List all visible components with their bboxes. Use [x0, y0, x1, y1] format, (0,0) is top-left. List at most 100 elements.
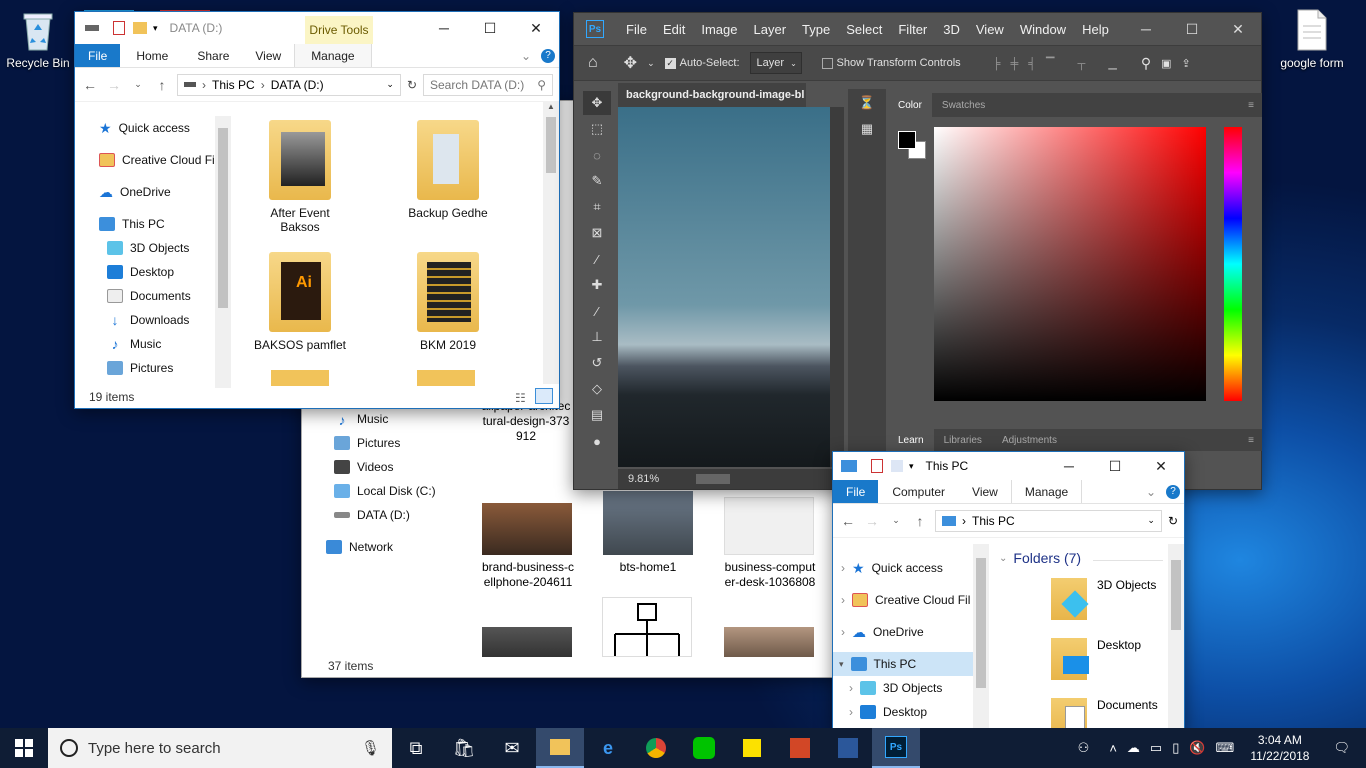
- nav-item-music[interactable]: ♪ Music: [75, 332, 215, 356]
- refresh-icon[interactable]: ↻: [407, 78, 417, 92]
- properties-icon[interactable]: [113, 21, 125, 35]
- transform-controls-checkbox[interactable]: [821, 57, 833, 69]
- crop-tool-icon[interactable]: ⌗: [583, 195, 611, 219]
- action-center-icon[interactable]: 🗨: [1333, 740, 1350, 756]
- microphone-icon[interactable]: 🎙: [361, 739, 380, 757]
- properties-icon[interactable]: ▦: [853, 117, 881, 141]
- content-scrollbar[interactable]: ▲: [543, 102, 559, 384]
- back-arrow-icon[interactable]: ←: [839, 513, 857, 529]
- details-view-icon[interactable]: ☷: [515, 391, 526, 405]
- doc-tab[interactable]: background-background-image-bl: [618, 83, 806, 107]
- share-icon[interactable]: ⇪: [1182, 57, 1191, 70]
- folder-desktop[interactable]: Desktop: [1051, 638, 1141, 680]
- foreground-color-swatch[interactable]: [898, 131, 916, 149]
- nav-item-data-drive[interactable]: DATA (D:): [322, 503, 462, 527]
- zoom-level[interactable]: 9.81%: [618, 473, 674, 485]
- menu-3d[interactable]: 3D: [935, 22, 968, 37]
- marquee-tool-icon[interactable]: ⬚: [583, 117, 611, 141]
- menu-select[interactable]: Select: [838, 22, 890, 37]
- up-arrow-icon[interactable]: ↑: [911, 513, 929, 529]
- address-bar[interactable]: › This PC ⌄: [935, 509, 1162, 532]
- ps-minimize-button[interactable]: ─: [1123, 13, 1169, 45]
- thumb-bts-home[interactable]: [603, 491, 693, 555]
- breadcrumb-this-pc[interactable]: This PC: [212, 78, 255, 92]
- ps-close-button[interactable]: ✕: [1215, 13, 1261, 45]
- forward-arrow-icon[interactable]: →: [105, 77, 123, 93]
- quick-access-dropdown-icon[interactable]: ▾: [153, 23, 158, 34]
- tab-file[interactable]: File: [75, 44, 121, 67]
- nav-item-desktop[interactable]: › Desktop: [833, 700, 973, 724]
- hue-slider[interactable]: [1224, 127, 1242, 401]
- nav-item-music[interactable]: ♪ Music: [322, 407, 462, 431]
- photoshop-taskbar-icon[interactable]: Ps: [872, 728, 920, 768]
- folder-partial[interactable]: [417, 370, 475, 386]
- address-dropdown-icon[interactable]: ⌄: [386, 79, 394, 90]
- quick-access-dropdown-icon[interactable]: ▾: [909, 461, 914, 472]
- tool-preset-dropdown-icon[interactable]: ⌄: [647, 58, 655, 69]
- breadcrumb-data-drive[interactable]: DATA (D:): [271, 78, 324, 92]
- nav-item-this-pc[interactable]: This PC: [75, 212, 215, 236]
- home-icon[interactable]: ⌂: [588, 54, 598, 72]
- menu-layer[interactable]: Layer: [746, 22, 795, 37]
- tab-libraries[interactable]: Libraries: [934, 435, 992, 446]
- auto-select-checkbox[interactable]: ✓: [664, 57, 676, 69]
- new-folder-icon[interactable]: [133, 22, 147, 34]
- tab-adjustments[interactable]: Adjustments: [992, 435, 1067, 446]
- tab-learn[interactable]: Learn: [888, 429, 934, 451]
- edge-icon[interactable]: e: [584, 728, 632, 768]
- recycle-bin-icon[interactable]: Recycle Bin: [2, 8, 74, 70]
- panel-menu-icon[interactable]: ≡: [1248, 435, 1262, 446]
- nav-item-creative-cloud[interactable]: Creative Cloud Fil: [75, 148, 215, 172]
- help-icon[interactable]: ?: [1166, 484, 1180, 499]
- lasso-tool-icon[interactable]: ◌: [583, 143, 611, 167]
- brush-tool-icon[interactable]: ∕: [583, 299, 611, 323]
- content-scrollbar[interactable]: [1168, 544, 1184, 730]
- canvas-vscrollbar[interactable]: [830, 107, 844, 467]
- nav-item-onedrive[interactable]: ☁ OneDrive: [75, 180, 215, 204]
- nav-item-onedrive[interactable]: › ☁ OneDrive: [833, 620, 973, 644]
- ribbon-expand-icon[interactable]: ⌄: [521, 49, 531, 63]
- recent-dropdown-icon[interactable]: ⌄: [129, 79, 147, 90]
- new-folder-icon[interactable]: [891, 460, 903, 472]
- tab-computer[interactable]: Computer: [878, 480, 959, 503]
- search-icon[interactable]: ⚲: [1141, 55, 1151, 72]
- nav-item-videos[interactable]: Videos: [322, 455, 462, 479]
- menu-type[interactable]: Type: [794, 22, 838, 37]
- canvas-area[interactable]: [618, 107, 830, 467]
- recent-dropdown-icon[interactable]: ⌄: [887, 515, 905, 526]
- content-scroll-thumb[interactable]: [546, 117, 556, 173]
- word-icon[interactable]: [824, 728, 872, 768]
- close-button[interactable]: ✕: [513, 12, 559, 44]
- healing-brush-icon[interactable]: ✚: [583, 273, 611, 297]
- nav-item-desktop[interactable]: Desktop: [75, 260, 215, 284]
- ribbon-expand-icon[interactable]: ⌄: [1146, 485, 1156, 499]
- move-tool-icon[interactable]: ✥: [624, 53, 637, 73]
- thumb-brand-business[interactable]: [482, 503, 572, 555]
- thumb-diagram[interactable]: [602, 597, 692, 657]
- address-bar[interactable]: › This PC › DATA (D:) ⌄: [177, 73, 401, 96]
- maximize-button[interactable]: ☐: [467, 12, 513, 44]
- start-button[interactable]: [0, 728, 48, 768]
- blur-tool-icon[interactable]: ●: [583, 429, 611, 453]
- menu-help[interactable]: Help: [1074, 22, 1117, 37]
- back-arrow-icon[interactable]: ←: [81, 77, 99, 93]
- tab-home[interactable]: Home: [120, 44, 184, 67]
- file-explorer-icon[interactable]: [536, 728, 584, 768]
- thumb-people[interactable]: [724, 627, 814, 657]
- store-icon[interactable]: 🛍: [440, 728, 488, 768]
- people-icon[interactable]: ⚇: [1078, 740, 1090, 756]
- onedrive-tray-icon[interactable]: ☁: [1127, 740, 1140, 756]
- auto-select-target-dropdown[interactable]: Layer ⌄: [749, 52, 802, 74]
- folder-backup-gedhe[interactable]: Backup Gedhe: [393, 120, 503, 220]
- nav-scroll-thumb[interactable]: [976, 558, 986, 688]
- minimize-button[interactable]: ─: [421, 12, 467, 44]
- forward-arrow-icon[interactable]: →: [863, 513, 881, 529]
- stamp-tool-icon[interactable]: ⊥: [583, 325, 611, 349]
- minimize-button[interactable]: ─: [1046, 452, 1092, 480]
- panel-menu-icon[interactable]: ≡: [1248, 100, 1262, 111]
- menu-window[interactable]: Window: [1012, 22, 1074, 37]
- google-form-icon[interactable]: google form: [1276, 8, 1348, 70]
- align-icons[interactable]: ╞╪╡▔ ┬ ▁: [993, 57, 1127, 70]
- ps-maximize-button[interactable]: ☐: [1169, 13, 1215, 45]
- nav-item-quick-access[interactable]: ★ Quick access: [75, 116, 215, 140]
